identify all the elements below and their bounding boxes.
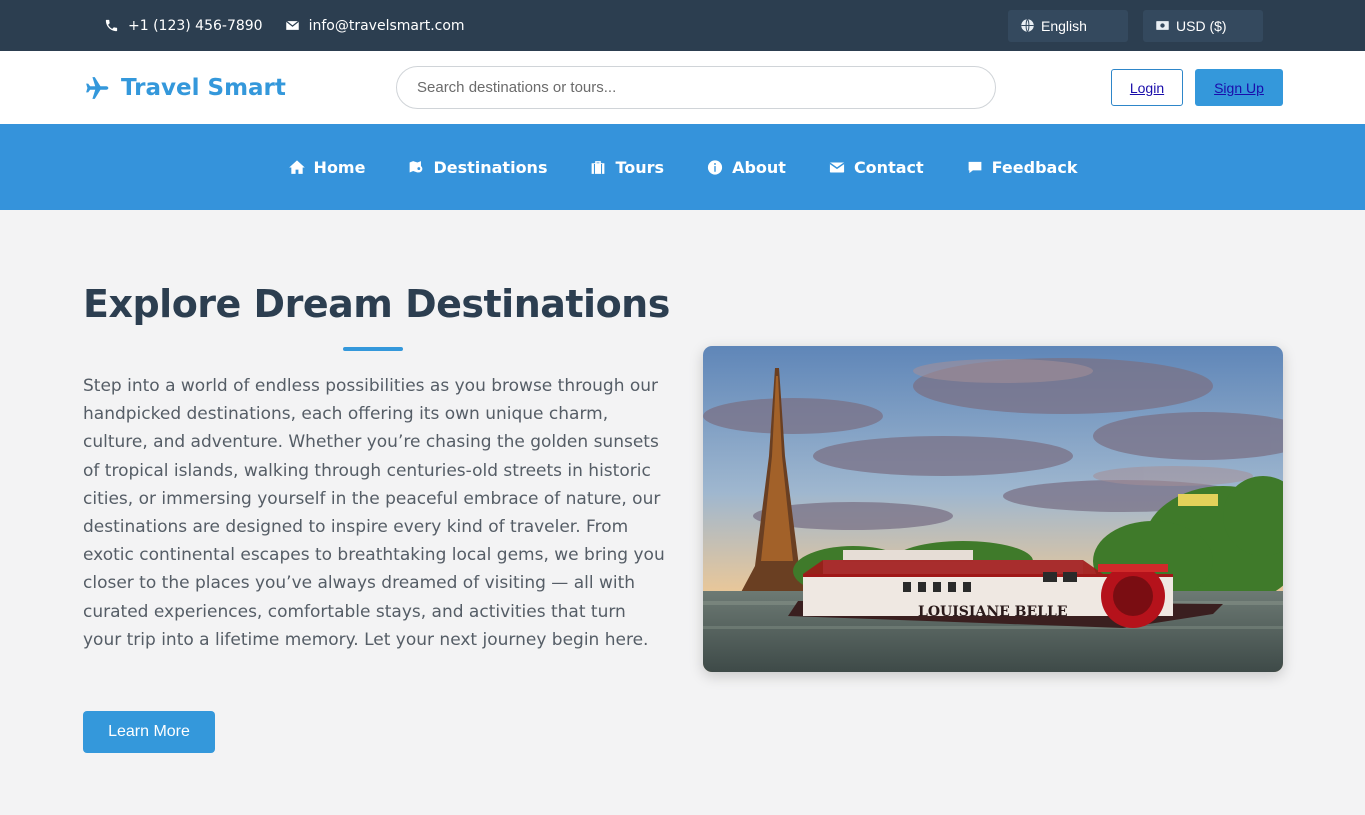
nav-item-feedback[interactable]: Feedback xyxy=(966,157,1078,177)
nav-label: Destinations xyxy=(433,157,548,177)
hero-description: Step into a world of endless possibiliti… xyxy=(83,376,665,650)
currency-select[interactable]: USD ($) xyxy=(1143,9,1263,42)
money-icon xyxy=(1156,21,1169,30)
nav-item-contact[interactable]: Contact xyxy=(828,158,924,177)
learn-more-button[interactable]: Learn More xyxy=(83,711,215,753)
hero-section: Explore Dream Destinations Step into a w… xyxy=(0,210,1365,815)
envelope-icon xyxy=(285,20,299,30)
phone-contact[interactable]: +1 (123) 456-7890 xyxy=(104,18,263,34)
nav-label: Contact xyxy=(853,157,924,177)
boat-name: LOUISIANE BELLE xyxy=(918,604,1068,620)
nav-label: Home xyxy=(313,157,366,177)
comment-icon xyxy=(968,161,982,173)
email-address: info@travelsmart.com xyxy=(308,17,465,34)
brand-logo[interactable]: Travel Smart xyxy=(83,75,286,101)
search-placeholder: Search destinations or tours... xyxy=(417,79,617,96)
nav-item-tours[interactable]: Tours xyxy=(589,158,664,177)
nav-label: Feedback xyxy=(991,157,1078,177)
nav-item-home[interactable]: Home xyxy=(288,157,366,177)
phone-icon xyxy=(105,19,118,32)
nav-item-about[interactable]: About xyxy=(706,158,786,177)
phone-number: +1 (123) 456-7890 xyxy=(128,17,263,34)
site-header: Travel Smart Search destinations or tour… xyxy=(0,51,1365,124)
page-title: Explore Dream Destinations xyxy=(83,282,670,326)
auth-buttons: Login Sign Up xyxy=(1111,69,1283,106)
language-select[interactable]: English xyxy=(1008,9,1128,42)
info-icon xyxy=(707,159,723,175)
main-nav: Home Destinations Tours About Contact Fe… xyxy=(0,124,1365,210)
preference-selectors: English USD ($) xyxy=(1008,9,1263,42)
plane-icon xyxy=(86,76,109,99)
hero-image: LOUISIANE BELLE xyxy=(703,346,1283,672)
nav-label: About xyxy=(732,157,786,177)
top-bar: +1 (123) 456-7890 info@travelsmart.com E… xyxy=(0,0,1365,51)
language-value: English xyxy=(1041,17,1087,34)
nav-label: Tours xyxy=(615,157,665,177)
map-marker-icon xyxy=(410,160,423,172)
signup-button[interactable]: Sign Up xyxy=(1195,69,1283,106)
envelope-icon xyxy=(829,162,845,172)
globe-icon xyxy=(1021,18,1034,33)
currency-value: USD ($) xyxy=(1176,17,1227,34)
email-contact[interactable]: info@travelsmart.com xyxy=(285,18,465,34)
brand-name: Travel Smart xyxy=(121,74,286,101)
paris-riverboat-image: LOUISIANE BELLE xyxy=(703,346,1283,672)
suitcase-icon xyxy=(592,160,605,174)
home-icon xyxy=(288,159,305,174)
login-button[interactable]: Login xyxy=(1111,69,1183,106)
nav-item-destinations[interactable]: Destinations xyxy=(407,158,547,177)
search-input[interactable]: Search destinations or tours... xyxy=(396,66,996,109)
contact-info: +1 (123) 456-7890 info@travelsmart.com xyxy=(104,18,465,34)
title-underline xyxy=(343,347,403,351)
